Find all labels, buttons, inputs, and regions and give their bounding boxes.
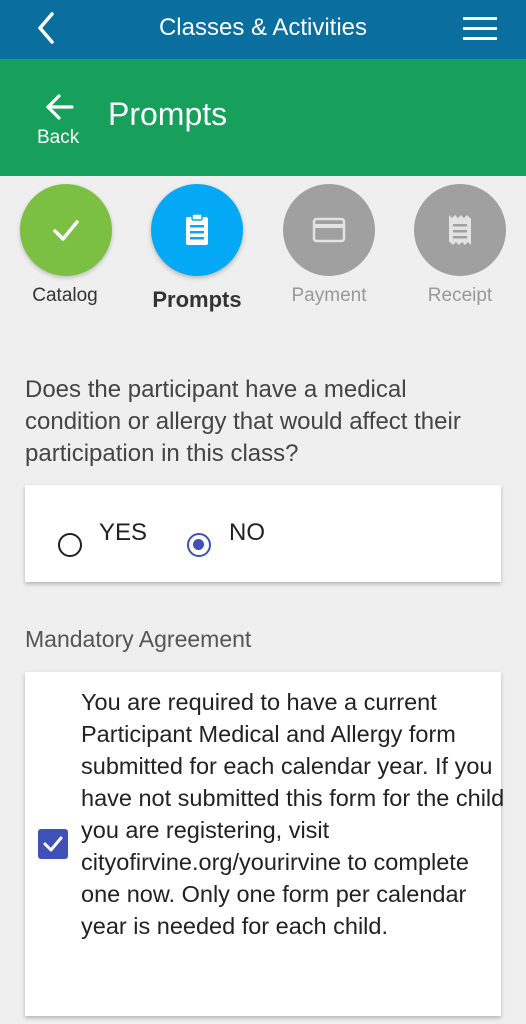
- top-app-bar: Classes & Activities: [0, 0, 526, 59]
- step-receipt[interactable]: [414, 184, 506, 276]
- page-title: Prompts: [108, 96, 228, 132]
- medical-question: Does the participant have a medical cond…: [25, 376, 461, 467]
- receipt-icon: [449, 215, 471, 245]
- agreement-text: You are required to have a current Parti…: [81, 689, 505, 939]
- step-payment[interactable]: [283, 184, 375, 276]
- check-icon: [53, 220, 79, 241]
- step-label-receipt: Receipt: [427, 285, 493, 306]
- hamburger-menu-icon[interactable]: [462, 13, 498, 45]
- radio-no[interactable]: [187, 533, 211, 557]
- step-label-payment: Payment: [291, 285, 367, 306]
- step-catalog[interactable]: [20, 184, 112, 276]
- radio-no-dot: [193, 539, 204, 550]
- radio-yes-label: YES: [99, 519, 148, 546]
- step-prompts[interactable]: [151, 184, 243, 276]
- step-label-prompts: Prompts: [152, 287, 242, 312]
- page-header: Back Prompts: [0, 59, 526, 176]
- credit-card-icon: [312, 217, 346, 243]
- app-title: Classes & Activities: [158, 14, 368, 41]
- agreement-title: Mandatory Agreement: [25, 626, 252, 652]
- medical-answer-card: YES NO: [25, 485, 501, 582]
- checkmark-icon: [43, 836, 63, 852]
- back-button[interactable]: Back: [30, 89, 90, 159]
- step-label-catalog: Catalog: [32, 285, 98, 306]
- radio-yes[interactable]: [58, 533, 82, 557]
- agreement-checkbox[interactable]: [38, 829, 68, 859]
- arrow-left-icon: [46, 94, 74, 120]
- radio-no-label: NO: [229, 519, 265, 546]
- clipboard-icon: [186, 213, 208, 245]
- back-label: Back: [37, 127, 80, 148]
- agreement-card: You are required to have a current Parti…: [25, 672, 504, 1016]
